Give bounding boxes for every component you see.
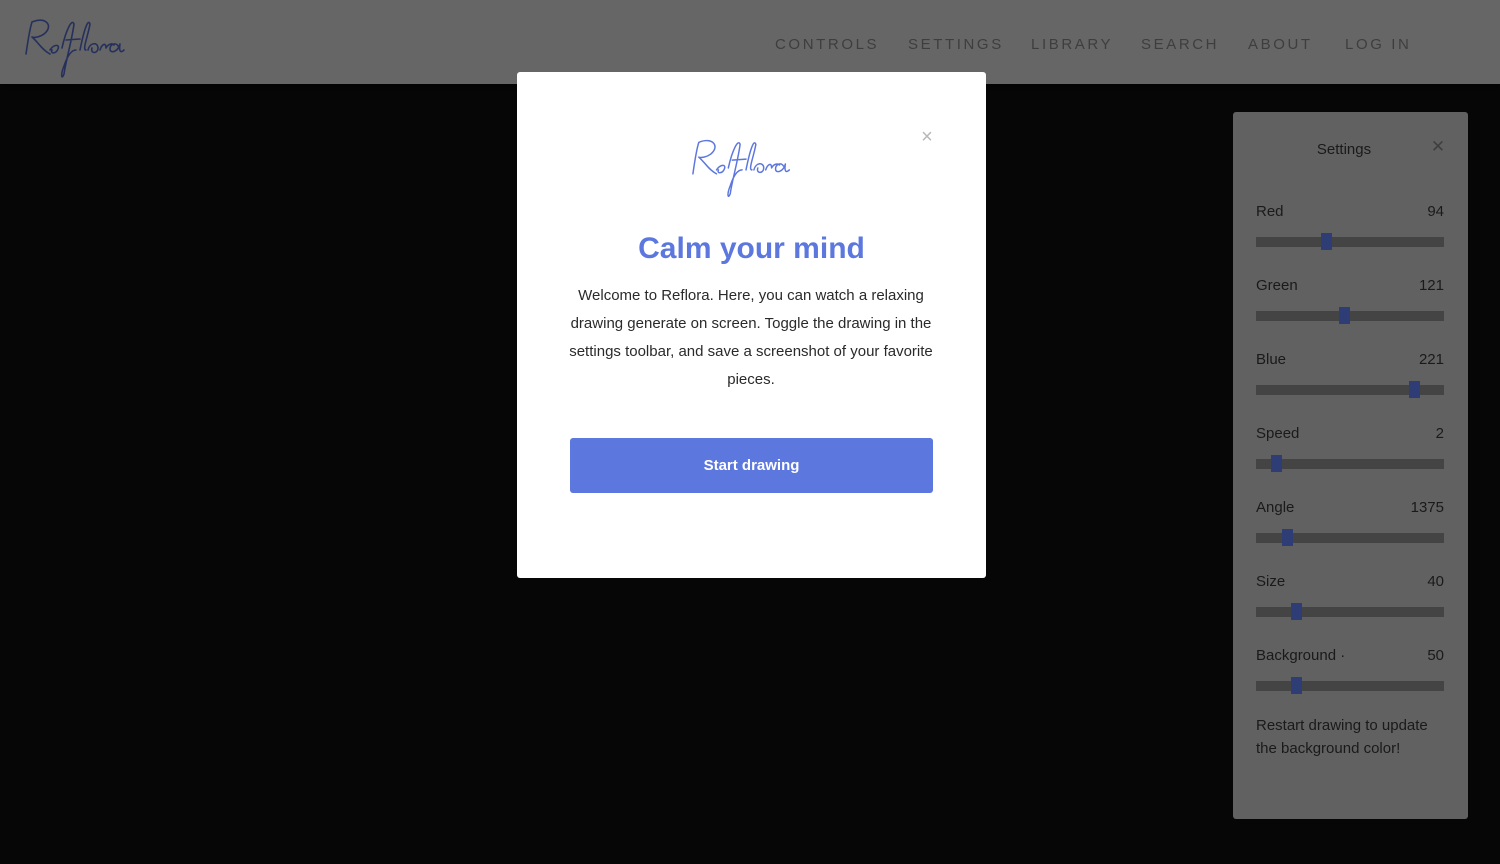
nav-log-in[interactable]: LOG IN bbox=[1345, 36, 1411, 53]
slider-value: 1375 bbox=[1410, 499, 1444, 516]
modal-logo bbox=[687, 128, 807, 202]
slider-thumb[interactable] bbox=[1339, 307, 1351, 324]
settings-title: Settings bbox=[1316, 141, 1372, 158]
slider-label: Green bbox=[1256, 277, 1298, 294]
close-icon[interactable]: ✕ bbox=[1429, 136, 1447, 158]
slider-angle: Angle 1375 bbox=[1256, 499, 1444, 551]
nav-settings[interactable]: SETTINGS bbox=[908, 36, 1004, 53]
main-nav: CONTROLS SETTINGS LIBRARY SEARCH ABOUT L… bbox=[0, 36, 1500, 58]
slider-size: Size 40 bbox=[1256, 573, 1444, 625]
slider-track[interactable] bbox=[1256, 381, 1444, 398]
slider-thumb[interactable] bbox=[1291, 603, 1303, 620]
slider-label: Blue bbox=[1256, 351, 1287, 368]
slider-track[interactable] bbox=[1256, 677, 1444, 694]
slider-track[interactable] bbox=[1256, 307, 1444, 324]
nav-search[interactable]: SEARCH bbox=[1141, 36, 1219, 53]
slider-label: Speed bbox=[1256, 425, 1300, 442]
app-page: CONTROLS SETTINGS LIBRARY SEARCH ABOUT L… bbox=[0, 0, 1500, 864]
modal-body-text: Welcome to Reflora. Here, you can watch … bbox=[569, 287, 933, 388]
welcome-modal: × Calm your mind Welcome to Reflora. Her… bbox=[517, 72, 986, 578]
modal-title: Calm your mind bbox=[638, 232, 865, 265]
slider-label: Size bbox=[1256, 573, 1286, 590]
start-drawing-button[interactable]: Start drawing bbox=[570, 438, 933, 493]
slider-thumb[interactable] bbox=[1408, 381, 1420, 398]
close-icon[interactable]: × bbox=[916, 124, 938, 150]
slider-red: Red 94 bbox=[1256, 203, 1444, 255]
reflora-script-logo bbox=[692, 139, 791, 197]
slider-background: Background · 50 bbox=[1256, 647, 1444, 699]
slider-speed: Speed 2 bbox=[1256, 425, 1444, 477]
slider-thumb[interactable] bbox=[1282, 529, 1294, 546]
slider-label: Red bbox=[1256, 203, 1284, 220]
slider-value: 2 bbox=[1435, 425, 1444, 442]
slider-value: 221 bbox=[1418, 351, 1444, 368]
settings-note: Restart drawing to update the background… bbox=[1256, 717, 1428, 757]
slider-thumb[interactable] bbox=[1270, 455, 1282, 472]
slider-label: Angle bbox=[1256, 499, 1295, 516]
slider-track[interactable] bbox=[1256, 455, 1444, 472]
nav-library[interactable]: LIBRARY bbox=[1031, 36, 1113, 53]
slider-label: Background · bbox=[1256, 647, 1346, 664]
slider-blue: Blue 221 bbox=[1256, 351, 1444, 403]
slider-track[interactable] bbox=[1256, 603, 1444, 620]
slider-thumb[interactable] bbox=[1320, 233, 1332, 250]
slider-value: 121 bbox=[1418, 277, 1444, 294]
slider-value: 40 bbox=[1427, 573, 1444, 590]
slider-green: Green 121 bbox=[1256, 277, 1444, 329]
slider-track[interactable] bbox=[1256, 529, 1444, 546]
slider-track[interactable] bbox=[1256, 233, 1444, 250]
slider-thumb[interactable] bbox=[1291, 677, 1303, 694]
slider-value: 50 bbox=[1427, 647, 1444, 664]
nav-controls[interactable]: CONTROLS bbox=[775, 36, 879, 53]
nav-about[interactable]: ABOUT bbox=[1248, 36, 1313, 53]
slider-value: 94 bbox=[1427, 203, 1444, 220]
settings-panel: Settings ✕ Red 94 Green 121 Blue 221 Spe… bbox=[1233, 112, 1468, 819]
